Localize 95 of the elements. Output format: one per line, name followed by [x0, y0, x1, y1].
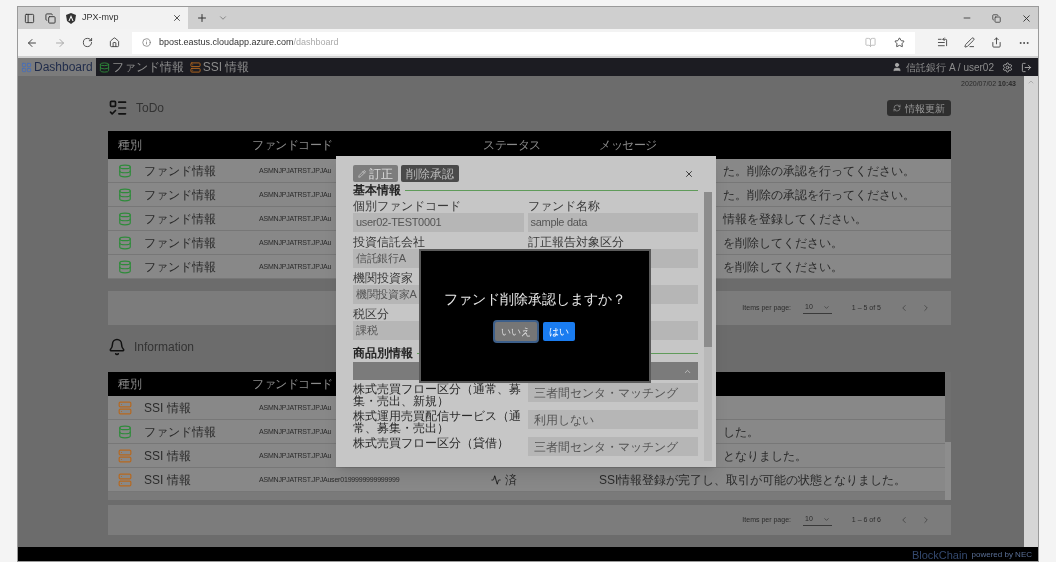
pen-icon[interactable] — [964, 37, 976, 48]
section-title: Information — [134, 339, 195, 356]
shield-logo-icon — [66, 12, 76, 24]
column-header: 種別 — [118, 376, 141, 393]
section-heading: 商品別情報 — [353, 347, 413, 360]
column-header: ファンドコード — [252, 376, 333, 393]
field-label: 株式売買フロー区分（通常、募集・売出、新規） — [353, 383, 522, 407]
brand-name: BlockChain — [911, 549, 968, 561]
refresh-icon — [893, 104, 901, 112]
field-label: 訂正報告対象区分 — [527, 235, 624, 249]
message-cell-text: を削除してください。 — [723, 234, 843, 252]
type-cell-text: ファンド情報 — [144, 258, 216, 276]
input-field[interactable]: sample data — [527, 213, 698, 232]
info-icon — [141, 38, 151, 47]
input-field[interactable]: 三者間センタ・マッチング — [527, 383, 698, 402]
tab-preview-icon[interactable] — [45, 12, 56, 24]
input-field[interactable]: user02-TEST0001 — [353, 213, 524, 232]
message-cell-text: した。 — [723, 423, 759, 441]
address-field[interactable]: bpost.eastus.cloudapp.azure.com/dashboard — [131, 31, 916, 54]
home-icon[interactable] — [108, 37, 120, 48]
settings-icon[interactable] — [1002, 61, 1013, 73]
favorites-list-icon[interactable] — [937, 37, 949, 48]
field-label: 株式売買フロー区分（貸借） — [353, 437, 510, 449]
no-button[interactable]: いいえ — [495, 322, 537, 341]
status-cell-text: 済 — [505, 471, 517, 489]
new-tab-icon[interactable] — [196, 12, 208, 24]
message-cell-text: た。削除の承認を行ってください。 — [723, 186, 915, 204]
field-label: 税区分 — [353, 307, 389, 321]
restore-icon[interactable] — [992, 13, 1001, 23]
nav-tab[interactable]: SSI 情報 — [186, 58, 253, 76]
bell-icon — [108, 338, 126, 356]
server-icon — [118, 448, 132, 463]
back-icon[interactable] — [26, 36, 38, 49]
field-label: ファンド名称 — [527, 199, 600, 213]
column-header: ステータス — [483, 137, 541, 154]
type-cell-text: ファンド情報 — [144, 423, 216, 441]
close-icon[interactable] — [684, 168, 694, 179]
input-field[interactable]: 利用しない — [527, 410, 698, 429]
pencil-icon — [358, 169, 366, 178]
database-icon — [118, 187, 132, 202]
server-icon — [118, 472, 132, 487]
trend-icon — [491, 474, 501, 485]
grid-icon — [21, 61, 32, 73]
database-icon — [98, 61, 110, 73]
database-icon — [118, 163, 132, 178]
browser-tab[interactable]: JPX-mvp — [60, 7, 188, 29]
message-cell-text: となりました。 — [723, 447, 807, 465]
checklist-icon — [108, 98, 128, 118]
logout-icon[interactable] — [1021, 61, 1032, 73]
tabs-aside-icon[interactable] — [24, 12, 35, 24]
nav-tab[interactable]: Dashboard — [18, 58, 96, 76]
column-header: 種別 — [118, 137, 141, 154]
database-icon — [118, 259, 132, 274]
type-cell-text: SSI 情報 — [144, 447, 191, 465]
share-icon[interactable] — [991, 37, 1002, 48]
type-cell-text: ファンド情報 — [144, 210, 216, 228]
confirm-message: ファンド削除承認しますか？ — [444, 290, 626, 309]
message-cell-text: 情報を登録してください。 — [723, 210, 867, 228]
type-cell-text: ファンド情報 — [144, 234, 216, 252]
server-icon — [118, 400, 132, 415]
refresh-button[interactable]: 情報更新 — [887, 100, 951, 116]
server-icon — [189, 61, 201, 73]
user-name: 信託銀行 A / user02 — [906, 60, 994, 75]
user-icon — [892, 62, 903, 72]
message-cell-text: SSI情報登録が完了し、取引が可能の状態となりました。 — [599, 471, 907, 489]
close-icon[interactable] — [1021, 12, 1032, 24]
message-cell-text: を削除してください。 — [723, 258, 843, 276]
message-cell-text: た。削除の承認を行ってください。 — [723, 162, 915, 180]
database-icon — [118, 424, 132, 439]
approve-delete-button[interactable]: 削除承認 — [401, 165, 459, 182]
type-cell-text: SSI 情報 — [144, 399, 191, 417]
caret-icon — [822, 304, 830, 311]
type-cell-text: SSI 情報 — [144, 471, 191, 489]
close-tab-icon[interactable] — [172, 13, 182, 23]
edit-button[interactable]: 訂正 — [353, 165, 398, 182]
refresh-icon[interactable] — [81, 37, 93, 48]
database-icon — [118, 211, 132, 226]
yes-button[interactable]: はい — [543, 322, 575, 341]
column-header: メッセージ — [599, 137, 657, 154]
type-cell-text: ファンド情報 — [144, 162, 216, 180]
field-label: 機関投資家 — [353, 271, 413, 285]
field-label: 株式運用売買配信サービス（通常、募集・売出） — [353, 410, 522, 434]
column-header: ファンドコード — [252, 137, 333, 154]
credit-text: powered by NEC — [971, 550, 1032, 561]
input-field[interactable]: 三者間センタ・マッチング — [527, 437, 698, 456]
section-heading: 基本情報 — [353, 184, 401, 197]
database-icon — [118, 235, 132, 250]
section-title: ToDo — [136, 100, 164, 117]
favorite-icon[interactable] — [894, 37, 906, 48]
caret-icon — [822, 516, 830, 523]
nav-tab[interactable]: ファンド情報 — [95, 58, 187, 76]
field-label: 個別ファンドコード — [353, 199, 461, 213]
field-label: 投資信託会社 — [353, 235, 425, 249]
type-cell-text: ファンド情報 — [144, 186, 216, 204]
scroll-up-icon — [1027, 78, 1035, 86]
